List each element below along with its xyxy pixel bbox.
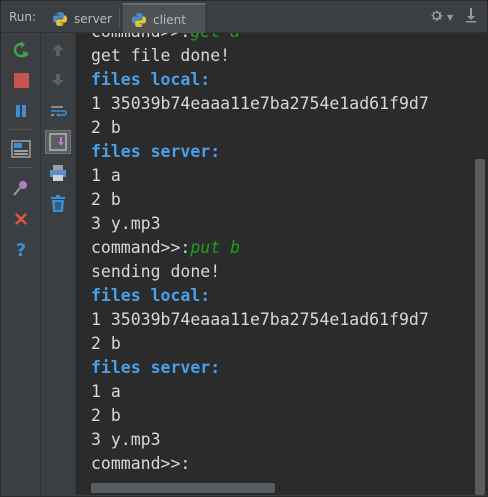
output-text: 1 35039b74eaaa11e7ba2754e1ad61f9d7	[91, 94, 429, 113]
trash-icon[interactable]	[45, 192, 71, 216]
tab-label: client	[153, 12, 186, 27]
section-heading-text: files local:	[91, 286, 211, 305]
gear-icon[interactable]	[429, 8, 444, 27]
console-line: 2 b	[91, 116, 429, 140]
output-text: 1 a	[91, 166, 121, 185]
output-text: 3 y.mp3	[91, 430, 161, 449]
horizontal-scrollbar-thumb[interactable]	[91, 483, 275, 493]
console-line: 2 b	[91, 332, 429, 356]
section-heading-text: files server:	[91, 142, 221, 161]
console-line: sending done!	[91, 260, 429, 284]
help-icon[interactable]: ?	[8, 238, 34, 262]
console-line: 3 y.mp3	[91, 212, 429, 236]
output-text: 3 y.mp3	[91, 214, 161, 233]
output-text: command>>:	[91, 238, 191, 257]
output-text: 1 a	[91, 382, 121, 401]
console-toolbar	[41, 33, 76, 496]
output-text: 2 b	[91, 190, 121, 209]
python-icon	[131, 12, 147, 28]
output-text: 2 b	[91, 334, 121, 353]
pause-icon[interactable]	[8, 99, 34, 123]
tab-server[interactable]: server	[44, 5, 126, 32]
console-line: command>>:	[91, 452, 429, 476]
vertical-scrollbar-thumb[interactable]	[475, 159, 485, 495]
toolbar-divider	[7, 129, 33, 130]
console-lines: command>>:get aget file done!files local…	[91, 33, 429, 476]
run-label: Run:	[9, 10, 37, 24]
console-line: files server:	[91, 140, 429, 164]
close-icon[interactable]	[8, 207, 34, 231]
tab-client[interactable]: client	[123, 3, 205, 34]
console-line: 2 b	[91, 188, 429, 212]
layout-icon[interactable]	[8, 137, 34, 161]
run-tool-window: Run: server client ▼ ? get file done! fi…	[0, 0, 488, 497]
console-line: command>>:get a	[91, 33, 429, 44]
output-text: command>>:	[91, 454, 191, 473]
user-input-text: put b	[190, 238, 241, 257]
console-line: 1 a	[91, 380, 429, 404]
console-line: get file done!	[91, 44, 429, 68]
console-line: 1 35039b74eaaa11e7ba2754e1ad61f9d7	[91, 92, 429, 116]
tab-divider	[119, 7, 120, 29]
chevron-down-icon[interactable]: ▼	[447, 13, 453, 22]
output-text: command>>:	[91, 33, 190, 41]
down-arrow-icon[interactable]	[45, 68, 71, 92]
output-text: get file done!	[91, 46, 231, 65]
pin-tab-icon[interactable]	[8, 176, 34, 200]
run-toolbar: ?	[1, 33, 41, 496]
print-icon[interactable]	[45, 161, 71, 185]
console-line: files server:	[91, 356, 429, 380]
console-line: files local:	[91, 68, 429, 92]
python-icon	[52, 11, 68, 27]
section-heading-text: files local:	[91, 70, 211, 89]
output-text: sending done!	[91, 262, 221, 281]
user-input-text: get a	[190, 33, 240, 41]
scroll-to-end-icon[interactable]	[45, 130, 71, 154]
section-heading-text: files server:	[91, 358, 221, 377]
up-arrow-icon[interactable]	[45, 38, 71, 62]
console-line: 1 35039b74eaaa11e7ba2754e1ad61f9d7	[91, 308, 429, 332]
soft-wrap-icon[interactable]	[45, 99, 71, 123]
console-line: 1 a	[91, 164, 429, 188]
output-text: 2 b	[91, 118, 121, 137]
console-line: files local:	[91, 284, 429, 308]
console-output[interactable]: command>>:get aget file done!files local…	[76, 33, 473, 495]
toolbar-divider	[7, 167, 33, 168]
console-line: 2 b	[91, 404, 429, 428]
output-text: 2 b	[91, 406, 121, 425]
console-line: command>>:put b	[91, 236, 429, 260]
pin-icon[interactable]	[464, 7, 478, 27]
tab-label: server	[74, 11, 112, 26]
run-header: Run: server client ▼	[1, 1, 487, 34]
console-line: 3 y.mp3	[91, 428, 429, 452]
rerun-icon[interactable]	[8, 38, 34, 62]
output-text: 1 35039b74eaaa11e7ba2754e1ad61f9d7	[91, 310, 429, 329]
stop-icon[interactable]	[8, 68, 34, 92]
